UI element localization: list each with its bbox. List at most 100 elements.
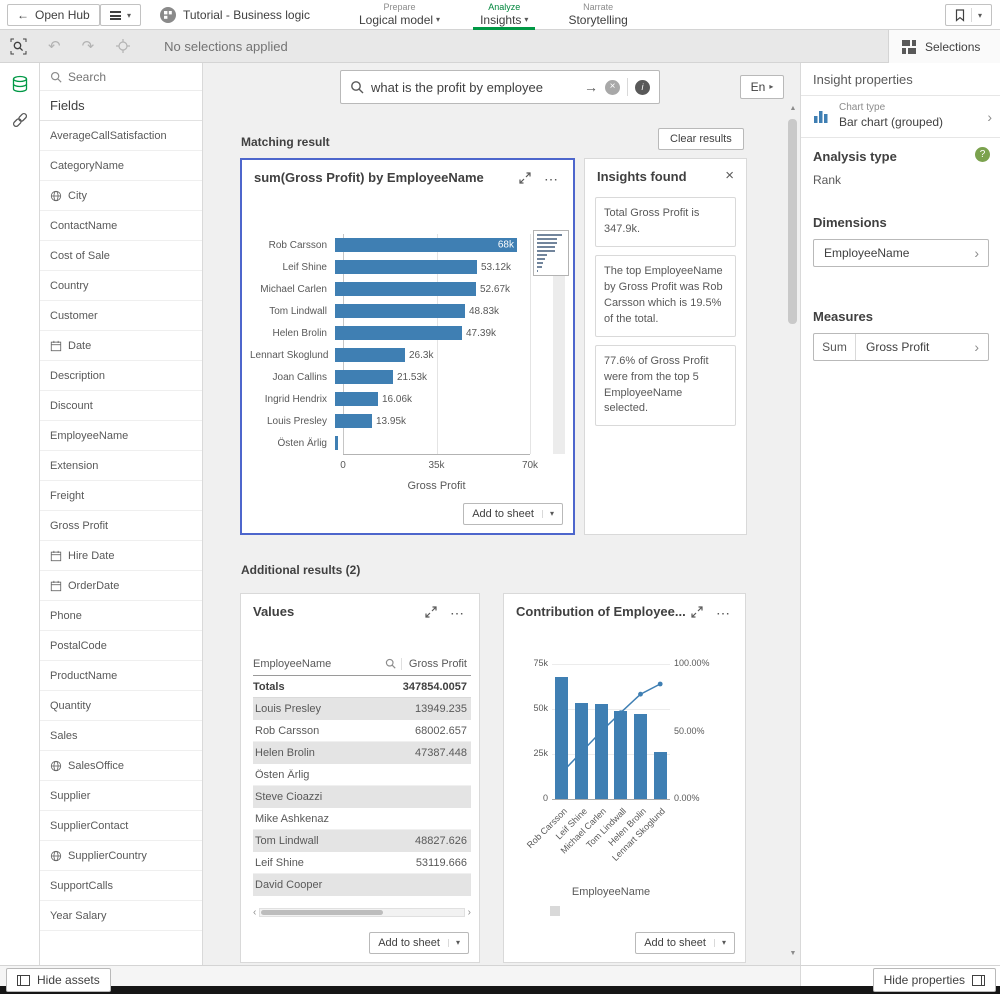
smart-search-icon[interactable]: [10, 38, 27, 55]
field-item[interactable]: City: [40, 181, 202, 211]
result-chart-card[interactable]: sum(Gross Profit) by EmployeeName ⋯ Rob …: [240, 158, 575, 535]
bookmarks-button[interactable]: ▾: [945, 4, 992, 26]
bar[interactable]: [335, 348, 405, 362]
horizontal-scrollbar[interactable]: ‹ ›: [253, 906, 471, 919]
more-menu-icon[interactable]: ⋯: [544, 172, 559, 186]
chart-type-row[interactable]: Chart type Bar chart (grouped) ›: [801, 96, 1000, 138]
values-table-card[interactable]: Values ⋯ EmployeeName Gross Profit Total…: [240, 593, 480, 963]
bar[interactable]: [335, 326, 462, 340]
bar[interactable]: [335, 392, 378, 406]
scrollbar-track[interactable]: [259, 908, 464, 917]
table-row[interactable]: Steve Cioazzi: [253, 786, 471, 808]
table-row[interactable]: Mike Ashkenaz: [253, 808, 471, 830]
more-menu-icon[interactable]: ⋯: [716, 606, 731, 620]
bar[interactable]: 68k: [335, 238, 517, 252]
bar[interactable]: [335, 304, 465, 318]
hide-assets-button[interactable]: Hide assets: [6, 968, 111, 992]
global-menu-button[interactable]: ▾: [100, 4, 141, 26]
table-row[interactable]: Helen Brolin47387.448: [253, 742, 471, 764]
field-item[interactable]: Date: [40, 331, 202, 361]
bar[interactable]: [335, 436, 338, 450]
bar[interactable]: [335, 260, 477, 274]
expand-icon[interactable]: [519, 172, 531, 184]
field-item[interactable]: SupplierCountry: [40, 841, 202, 871]
tab-analyze[interactable]: Analyze Insights▾: [473, 0, 535, 30]
contribution-chart-card[interactable]: Contribution of Employee... ⋯ EmployeeNa…: [503, 593, 746, 963]
step-forward-icon[interactable]: ↷: [82, 39, 95, 54]
tab-prepare[interactable]: Prepare Logical model▾: [352, 0, 447, 30]
bar[interactable]: [335, 282, 476, 296]
field-item[interactable]: CategoryName: [40, 151, 202, 181]
clear-results-button[interactable]: Clear results: [658, 128, 744, 150]
link-icon[interactable]: [11, 111, 29, 129]
expand-icon[interactable]: [691, 606, 703, 618]
app-info[interactable]: Tutorial - Business logic: [160, 0, 310, 30]
bar[interactable]: [335, 370, 393, 384]
scroll-left-icon[interactable]: ‹: [253, 908, 256, 918]
field-item[interactable]: Gross Profit: [40, 511, 202, 541]
hide-properties-button[interactable]: Hide properties: [873, 968, 996, 992]
open-hub-button[interactable]: ← Open Hub: [7, 4, 100, 26]
table-header[interactable]: EmployeeName Gross Profit: [253, 652, 471, 676]
field-item[interactable]: Country: [40, 271, 202, 301]
scrollbar-thumb[interactable]: [788, 119, 797, 324]
field-item[interactable]: Extension: [40, 451, 202, 481]
help-icon[interactable]: ?: [975, 147, 990, 162]
fields-section-title[interactable]: Fields: [40, 91, 202, 121]
field-item[interactable]: Customer: [40, 301, 202, 331]
vertical-scrollbar[interactable]: ▲ ▼: [787, 105, 799, 957]
field-item[interactable]: EmployeeName: [40, 421, 202, 451]
field-item[interactable]: ProductName: [40, 661, 202, 691]
insight-card[interactable]: Total Gross Profit is 347.9k.: [595, 197, 736, 247]
field-item[interactable]: Supplier: [40, 781, 202, 811]
field-item[interactable]: PostalCode: [40, 631, 202, 661]
table-row[interactable]: David Cooper: [253, 874, 471, 896]
field-item[interactable]: SupplierContact: [40, 811, 202, 841]
field-item[interactable]: SupportCalls: [40, 871, 202, 901]
bar[interactable]: [335, 414, 372, 428]
field-item[interactable]: Hire Date: [40, 541, 202, 571]
table-row[interactable]: Rob Carsson68002.657: [253, 720, 471, 742]
add-to-sheet-button[interactable]: Add to sheet ▾: [369, 932, 469, 954]
submit-arrow-icon[interactable]: →: [584, 80, 598, 94]
field-item[interactable]: Cost of Sale: [40, 241, 202, 271]
field-item[interactable]: OrderDate: [40, 571, 202, 601]
expand-icon[interactable]: [425, 606, 437, 618]
legend-swatch[interactable]: [550, 906, 560, 916]
scroll-up-icon[interactable]: ▲: [787, 105, 799, 112]
table-row[interactable]: Östen Ärlig: [253, 764, 471, 786]
field-item[interactable]: Year Salary: [40, 901, 202, 931]
selections-toggle[interactable]: Selections: [888, 30, 1000, 63]
insight-card[interactable]: 77.6% of Gross Profit were from the top …: [595, 345, 736, 427]
close-icon[interactable]: ×: [725, 168, 734, 183]
field-item[interactable]: ContactName: [40, 211, 202, 241]
field-item[interactable]: AverageCallSatisfaction: [40, 121, 202, 151]
field-item[interactable]: Sales: [40, 721, 202, 751]
language-button[interactable]: En ▸: [740, 75, 784, 99]
insight-card[interactable]: The top EmployeeName by Gross Profit was…: [595, 255, 736, 337]
field-item[interactable]: Phone: [40, 601, 202, 631]
add-to-sheet-button[interactable]: Add to sheet ▾: [635, 932, 735, 954]
field-item[interactable]: Freight: [40, 481, 202, 511]
add-to-sheet-button[interactable]: Add to sheet ▾: [463, 503, 563, 525]
table-row[interactable]: Leif Shine53119.666: [253, 852, 471, 874]
field-item[interactable]: Quantity: [40, 691, 202, 721]
field-item[interactable]: Description: [40, 361, 202, 391]
field-item[interactable]: SalesOffice: [40, 751, 202, 781]
scroll-down-icon[interactable]: ▼: [787, 950, 799, 957]
step-back-icon[interactable]: ↶: [48, 39, 61, 54]
table-row[interactable]: Tom Lindwall48827.626: [253, 830, 471, 852]
clear-selections-icon[interactable]: [115, 38, 131, 54]
chart-minimap[interactable]: [533, 230, 569, 276]
scrollbar-thumb[interactable]: [261, 910, 383, 915]
insight-search-input[interactable]: [371, 80, 577, 95]
assets-search-input[interactable]: [68, 70, 192, 84]
scroll-right-icon[interactable]: ›: [468, 908, 471, 918]
table-row[interactable]: Louis Presley13949.235: [253, 698, 471, 720]
measure-field[interactable]: Sum Gross Profit ›: [813, 333, 989, 361]
column-search-icon[interactable]: [385, 658, 396, 669]
field-item[interactable]: Discount: [40, 391, 202, 421]
clear-search-icon[interactable]: ×: [605, 80, 620, 95]
more-menu-icon[interactable]: ⋯: [450, 606, 465, 620]
assets-database-icon[interactable]: [11, 75, 29, 93]
